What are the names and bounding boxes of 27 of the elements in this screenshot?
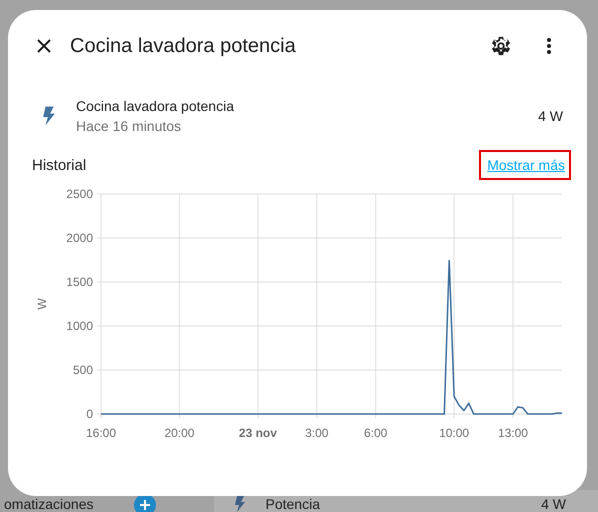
y-tick-label: 2000 (66, 231, 93, 245)
entity-state: 4 W (538, 108, 563, 124)
x-tick-label: 10:00 (439, 426, 470, 438)
lightning-icon (234, 496, 246, 512)
x-tick-label: 16:00 (86, 426, 116, 438)
y-tick-label: 0 (86, 407, 93, 421)
last-changed-text: Hace 16 minutos (76, 118, 182, 134)
y-tick-label: 1500 (66, 275, 93, 289)
entity-value: 4 W (541, 496, 566, 512)
x-tick-label: 23 nov (238, 426, 277, 438)
x-tick-label: 20:00 (164, 426, 194, 438)
y-tick-label: 1000 (66, 319, 93, 333)
x-tick-label: 3:00 (305, 426, 328, 438)
show-more-link[interactable]: Mostrar más (479, 150, 571, 180)
x-tick-label: 6:00 (364, 426, 388, 438)
lightning-icon (42, 106, 56, 126)
entity-name: Cocina lavadora potencia (76, 98, 235, 114)
entity-name: Potencia (266, 496, 321, 512)
y-tick-label: 500 (72, 363, 93, 377)
y-axis-label: W (35, 298, 49, 310)
plus-icon (140, 500, 150, 510)
history-title: Historial (32, 156, 86, 174)
settings-icon[interactable] (489, 34, 513, 58)
dialog-title: Cocina lavadora potencia (70, 34, 297, 58)
y-tick-label: 2500 (66, 187, 93, 201)
section-title: omatizaciones (4, 496, 94, 512)
x-tick-label: 13:00 (498, 426, 528, 438)
